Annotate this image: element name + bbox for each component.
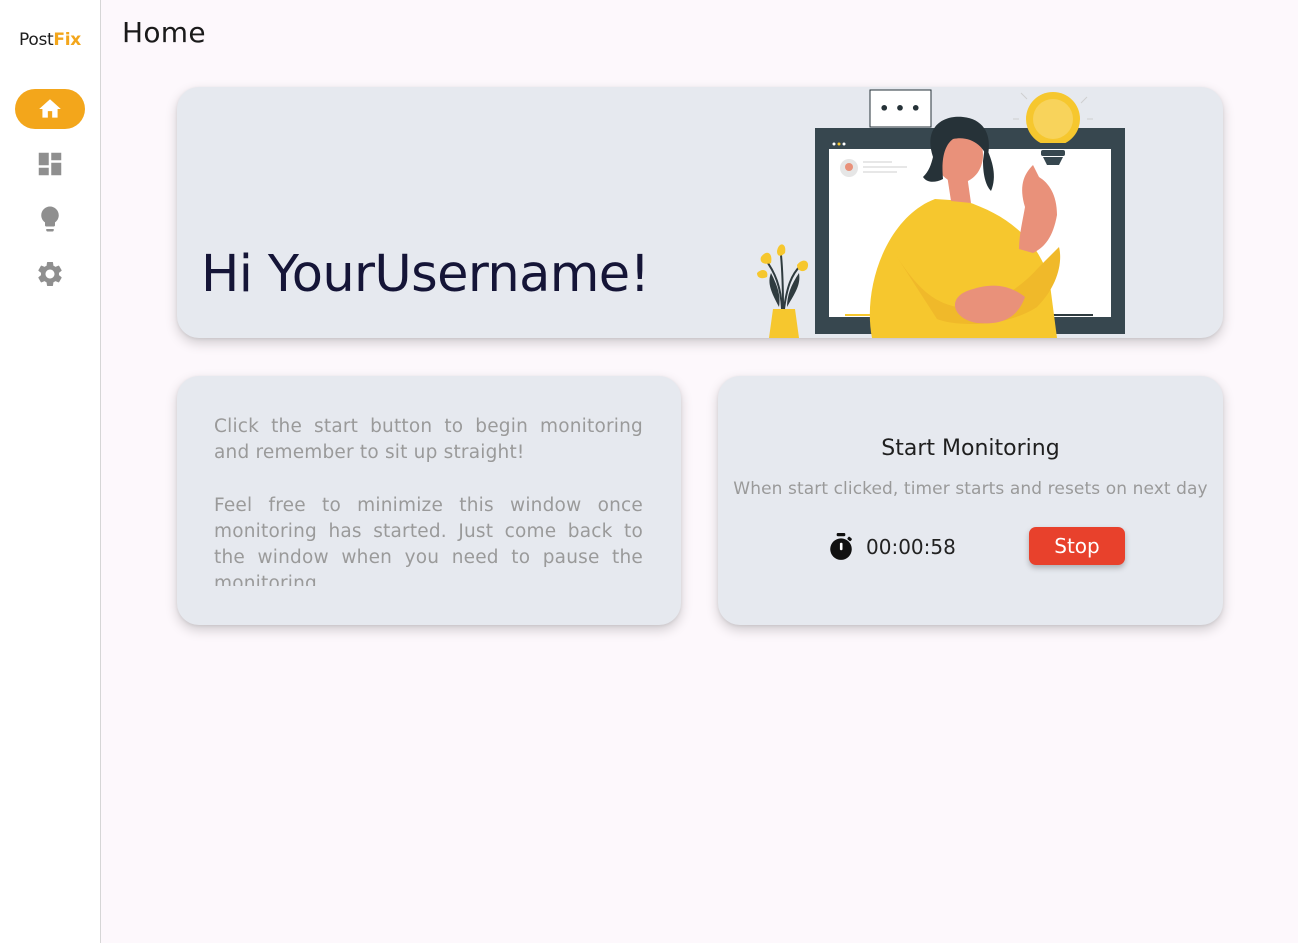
timer-display: 00:00:58	[866, 535, 956, 559]
sidebar-item-settings[interactable]	[15, 254, 85, 294]
stopwatch-icon	[830, 533, 852, 560]
monitoring-title: Start Monitoring	[881, 436, 1060, 461]
sidebar: PostFix	[0, 0, 101, 943]
app-logo: PostFix	[0, 30, 100, 50]
brand-prefix: Post	[19, 30, 54, 50]
dashboard-icon	[38, 152, 62, 176]
stop-button[interactable]: Stop	[1029, 527, 1125, 565]
page-title: Home	[122, 16, 206, 49]
instructions-paragraph-1: Click the start button to begin monitori…	[214, 416, 643, 463]
instructions-text: Click the start button to begin monitori…	[214, 414, 643, 586]
lightbulb-icon	[41, 206, 59, 232]
gear-icon	[38, 262, 62, 286]
hero-illustration: • • •	[757, 89, 1125, 338]
welcome-banner: Hi YourUsername! • • •	[177, 87, 1223, 338]
sidebar-item-home[interactable]	[15, 89, 85, 129]
speech-bubble: • • •	[869, 89, 932, 128]
brand-accent: Fix	[53, 30, 81, 50]
sidebar-item-dashboard[interactable]	[15, 144, 85, 184]
greeting-heading: Hi YourUsername!	[201, 245, 650, 304]
monitoring-subtitle: When start clicked, timer starts and res…	[733, 479, 1208, 499]
home-icon	[39, 99, 61, 118]
sidebar-item-tips[interactable]	[15, 199, 85, 239]
instructions-paragraph-2: Feel free to minimize this window once m…	[214, 495, 643, 586]
plant-illustration	[757, 244, 809, 338]
speech-bubble-text: • • •	[879, 99, 921, 118]
monitoring-card: Start Monitoring When start clicked, tim…	[718, 376, 1223, 625]
instructions-card: Click the start button to begin monitori…	[177, 376, 681, 625]
